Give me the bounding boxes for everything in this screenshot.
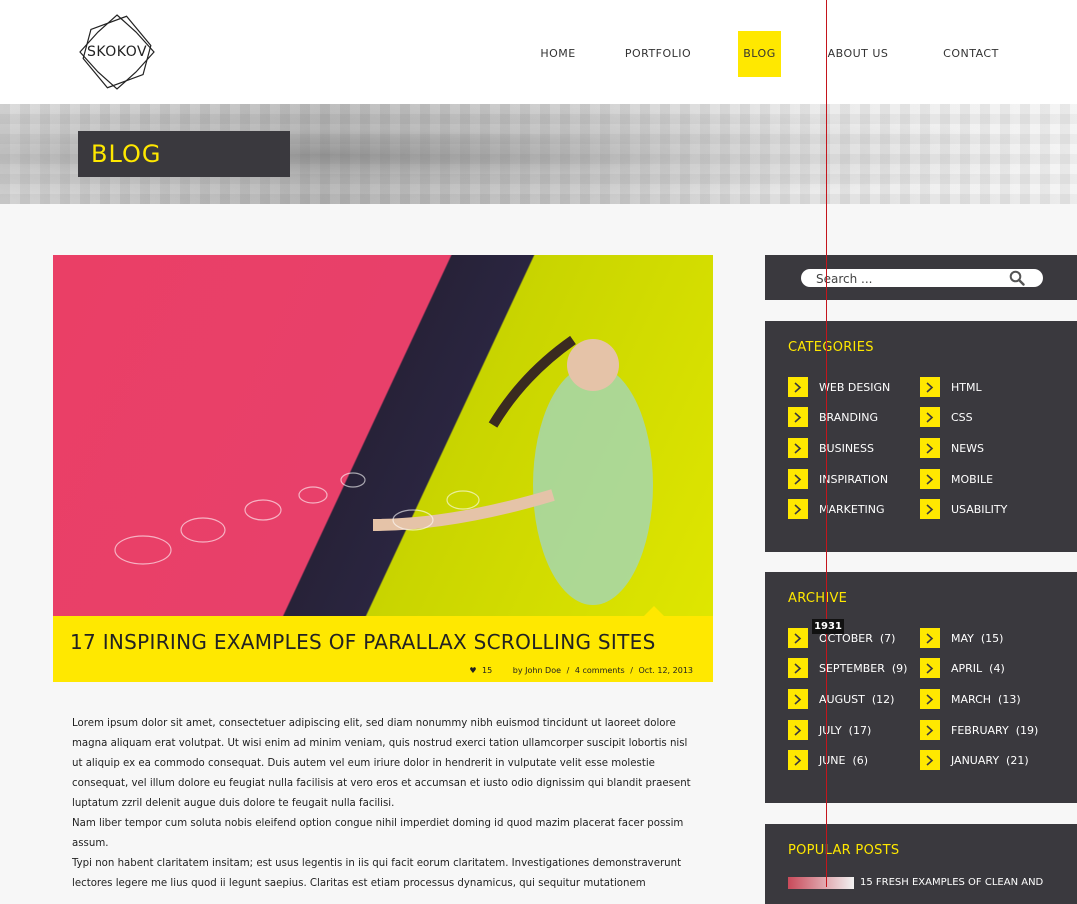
chevron-right-icon [788, 658, 808, 678]
chevron-right-icon [788, 750, 808, 770]
chevron-right-icon [920, 438, 940, 458]
chevron-right-icon [920, 720, 940, 740]
site-header: SKOKOV HOME PORTFOLIO BLOG ABOUT US CONT… [0, 0, 1077, 104]
archive-item[interactable]: JANUARY (21) [920, 750, 1029, 770]
post-paragraph: Typi non habent claritatem insitam; est … [72, 858, 682, 889]
search-field[interactable] [801, 269, 1043, 288]
featured-image-art [114, 335, 653, 605]
sidebar-categories: CATEGORIES WEB DESIGN BRANDING BUSINESS … [765, 321, 1077, 552]
category-item[interactable]: CSS [920, 407, 973, 427]
chevron-right-icon [788, 377, 808, 397]
search-icon[interactable] [1009, 270, 1025, 286]
search-input[interactable] [814, 270, 1008, 288]
chevron-right-icon [788, 689, 808, 709]
nav-portfolio[interactable]: PORTFOLIO [622, 31, 694, 77]
category-item[interactable]: MOBILE [920, 469, 993, 489]
chevron-right-icon [788, 720, 808, 740]
post-meta: ♥ 15 by John Doe / 4 comments / Oct. 12,… [469, 666, 693, 675]
category-item[interactable]: USABILITY [920, 499, 1007, 519]
category-item[interactable]: HTML [920, 377, 982, 397]
archive-item[interactable]: SEPTEMBER (9) [788, 658, 907, 678]
chevron-right-icon [788, 628, 808, 648]
sidebar-search [765, 255, 1077, 300]
post-title[interactable]: 17 INSPIRING EXAMPLES OF PARALLAX SCROLL… [70, 630, 656, 654]
category-item[interactable]: NEWS [920, 438, 984, 458]
category-item[interactable]: MARKETING [788, 499, 885, 519]
archive-item[interactable]: AUGUST (12) [788, 689, 894, 709]
chevron-right-icon [920, 377, 940, 397]
sidebar-archive: ARCHIVE OCTOBER (7) SEPTEMBER (9) AUGUST… [765, 572, 1077, 803]
category-item[interactable]: BRANDING [788, 407, 878, 427]
guide-line [826, 0, 827, 887]
chevron-right-icon [920, 658, 940, 678]
page-title: BLOG [78, 131, 290, 177]
popular-posts-title: POPULAR POSTS [788, 843, 900, 858]
chevron-right-icon [788, 469, 808, 489]
likes-count: 15 [482, 666, 493, 675]
archive-title: ARCHIVE [788, 591, 848, 606]
post-comments[interactable]: 4 comments [575, 666, 625, 675]
nav-blog[interactable]: BLOG [738, 31, 781, 77]
post-paragraph: Lorem ipsum dolor sit amet, consectetuer… [72, 718, 691, 809]
archive-item[interactable]: JUNE (6) [788, 750, 868, 770]
nav-home[interactable]: HOME [538, 31, 578, 77]
nav-contact[interactable]: CONTACT [940, 31, 1002, 77]
title-bar-notch [644, 606, 664, 616]
chevron-right-icon [788, 438, 808, 458]
logo-text: SKOKOV [86, 44, 148, 60]
site-logo[interactable]: SKOKOV [78, 13, 156, 91]
archive-item[interactable]: FEBRUARY (19) [920, 720, 1038, 740]
post-paragraph: Nam liber tempor cum soluta nobis eleife… [72, 818, 684, 849]
categories-title: CATEGORIES [788, 340, 874, 355]
chevron-right-icon [920, 750, 940, 770]
chevron-right-icon [920, 628, 940, 648]
heart-icon[interactable]: ♥ [469, 666, 476, 675]
archive-item[interactable]: MAY (15) [920, 628, 1003, 648]
archive-item[interactable]: MARCH (13) [920, 689, 1021, 709]
chevron-right-icon [788, 499, 808, 519]
archive-item[interactable]: APRIL (4) [920, 658, 1005, 678]
sidebar-popular-posts: POPULAR POSTS 15 FRESH EXAMPLES OF CLEAN… [765, 824, 1077, 904]
chevron-right-icon [920, 689, 940, 709]
chevron-right-icon [920, 407, 940, 427]
popular-post-title[interactable]: 15 FRESH EXAMPLES OF CLEAN AND [860, 877, 1043, 888]
category-item[interactable]: INSPIRATION [788, 469, 888, 489]
category-item[interactable]: BUSINESS [788, 438, 874, 458]
nav-about-us[interactable]: ABOUT US [826, 31, 890, 77]
popular-post-thumbnail[interactable] [788, 877, 854, 889]
category-item[interactable]: WEB DESIGN [788, 377, 890, 397]
chevron-right-icon [920, 469, 940, 489]
post-author[interactable]: by John Doe [513, 666, 561, 675]
guide-badge: 1931 [812, 619, 844, 634]
chevron-right-icon [920, 499, 940, 519]
archive-item[interactable]: JULY (17) [788, 720, 871, 740]
post-date: Oct. 12, 2013 [638, 666, 693, 675]
post-body: Lorem ipsum dolor sit amet, consectetuer… [72, 714, 697, 894]
post-title-bar: 17 INSPIRING EXAMPLES OF PARALLAX SCROLL… [53, 606, 713, 682]
post-featured-image[interactable] [53, 255, 713, 616]
chevron-right-icon [788, 407, 808, 427]
